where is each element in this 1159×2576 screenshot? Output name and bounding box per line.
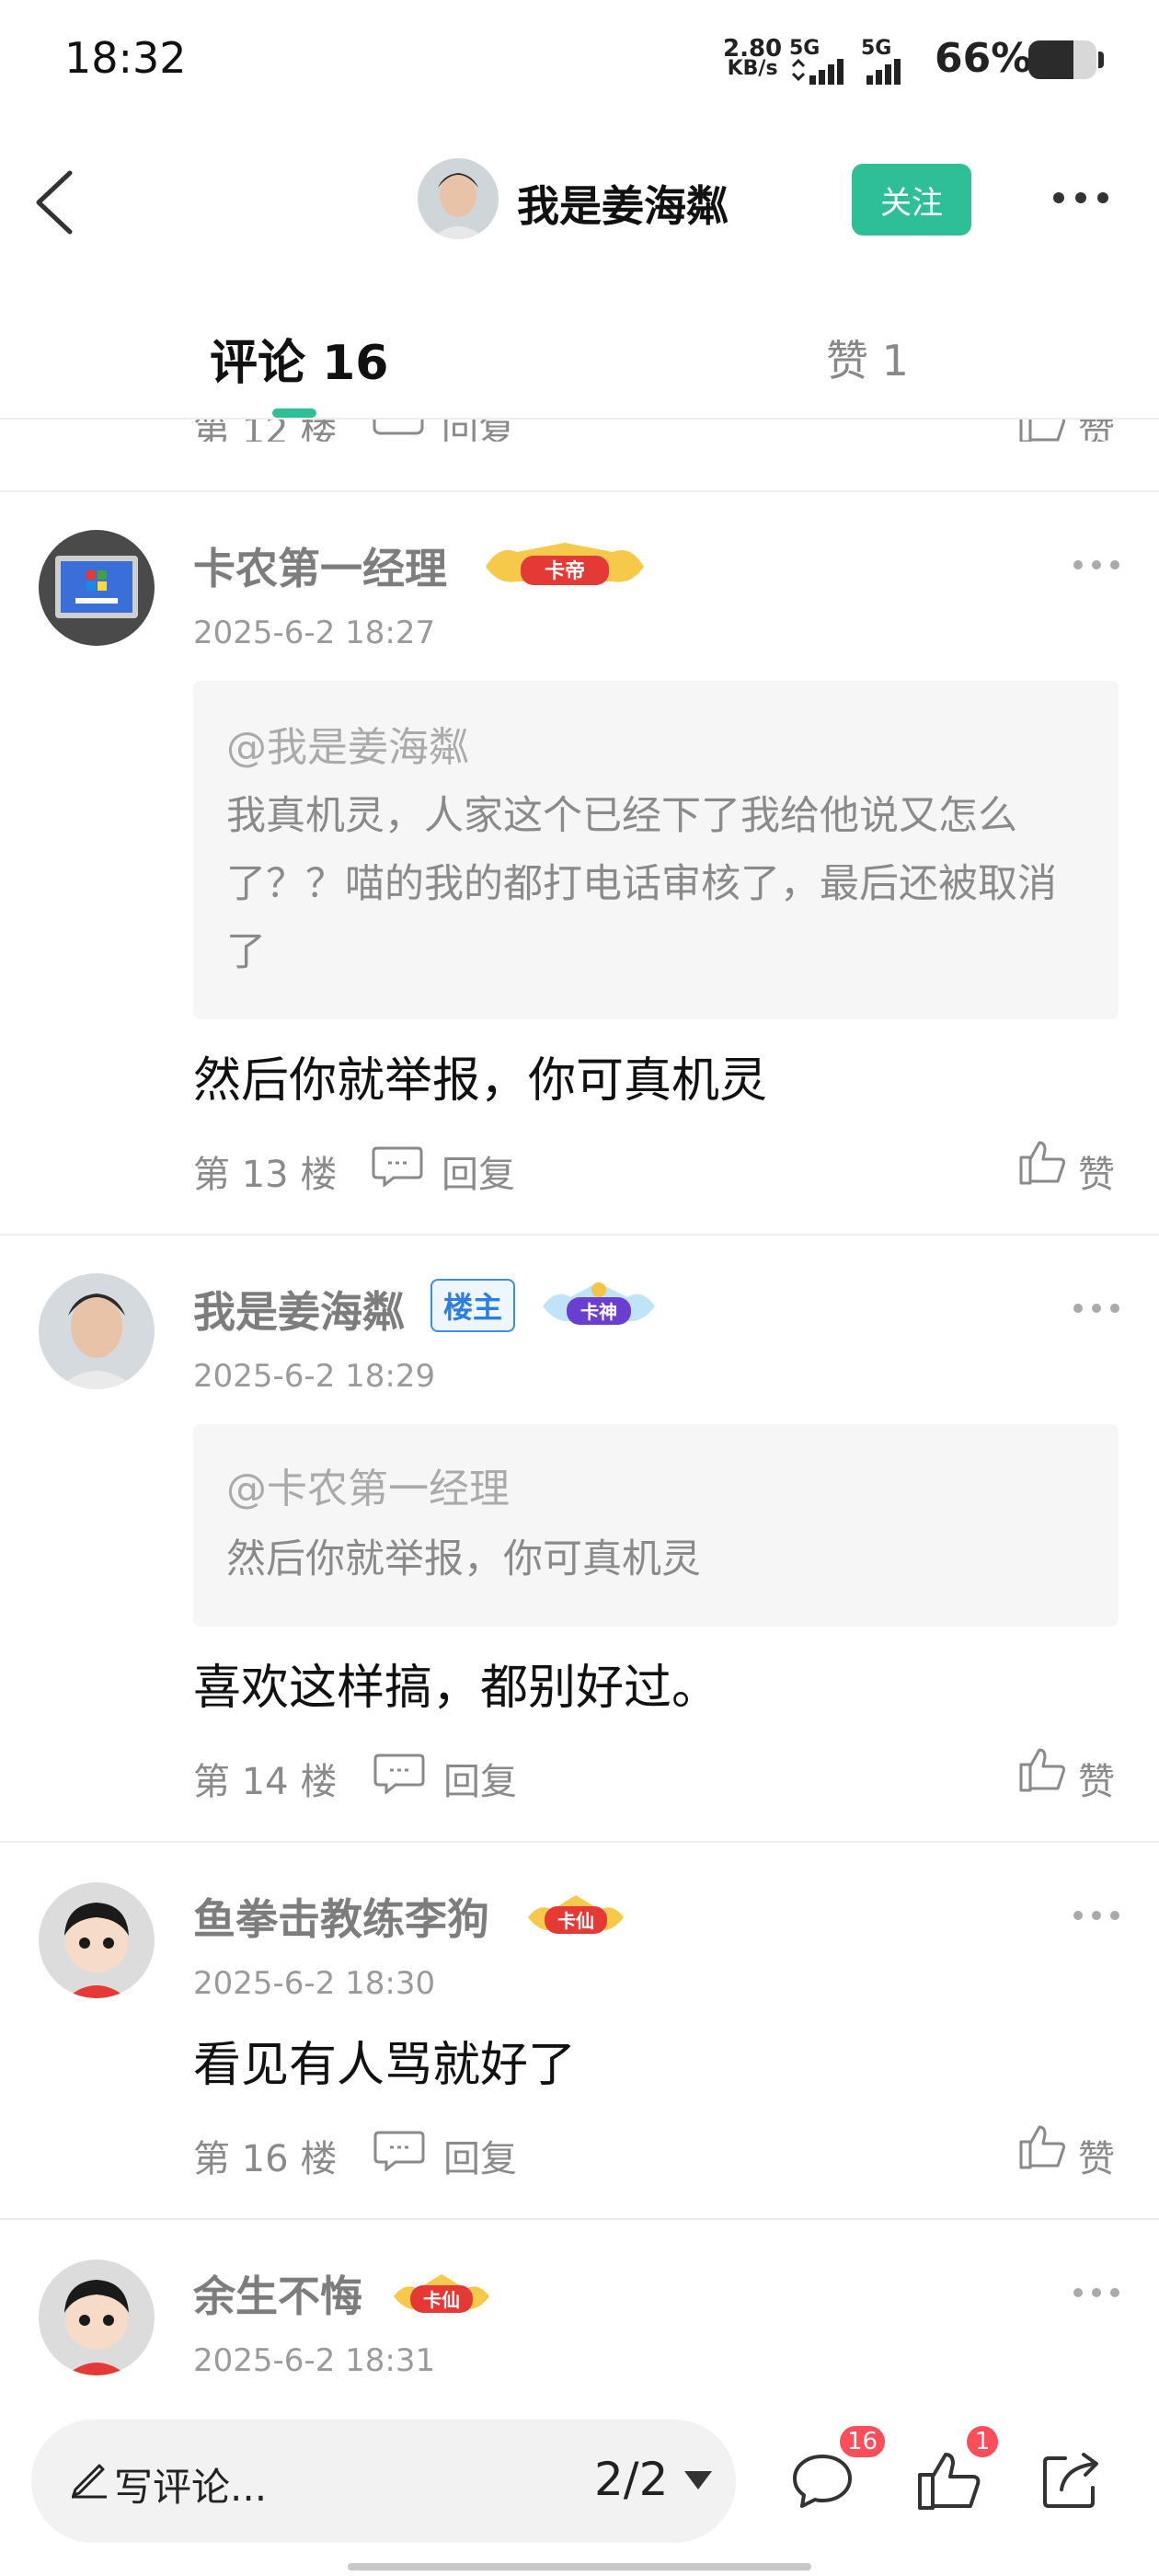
like-button[interactable]: 赞 [1078,2129,1115,2182]
battery-fill [1028,40,1073,79]
floor-label: 第 14 楼 [193,1761,338,1803]
comment-text: 然后你就举报，你可真机灵 [193,1053,768,1109]
level-badge: 卡神 [539,1279,659,1338]
badge-text: 卡帝 [545,559,585,583]
like-button[interactable]: 赞 [1078,420,1115,442]
separator [0,1841,1159,1843]
more-icon[interactable] [1069,1299,1124,1317]
reply-icon[interactable] [373,1752,425,1796]
like-button[interactable]: 赞 [1078,1144,1115,1198]
thumbs-up-icon[interactable] [1017,2122,1067,2171]
avatar[interactable] [39,1273,155,1389]
comment-text: 看见有人骂就好了 [193,2038,577,2093]
separator [0,1234,1159,1236]
comment-count-badge: 16 [837,2423,889,2460]
floor-label: 第 12 楼 [193,420,338,442]
battery-percent: 66% [935,35,1032,82]
caret-down-icon[interactable] [683,2469,714,2491]
back-icon[interactable] [28,166,83,239]
tab-indicator [272,408,316,418]
tab-comments[interactable]: 评论 16 [210,324,388,393]
reply-button[interactable]: 回复 [442,420,515,442]
pen-icon [66,2455,110,2499]
network-speed: 2.80 KB/s [723,35,783,80]
badge-text: 卡神 [580,1301,617,1323]
thumbs-up-icon[interactable] [914,2447,981,2513]
username[interactable]: 余生不悔 [193,2263,362,2324]
badge-text: 卡仙 [423,2289,460,2311]
username[interactable]: 鱼拳击教练李狗 [193,1886,489,1947]
share-icon[interactable] [1038,2447,1104,2513]
quote-mention[interactable]: @我是姜海粼 [226,714,469,773]
more-icon[interactable] [1049,184,1113,212]
reply-button[interactable]: 回复 [443,1752,517,1805]
level-badge: 卡仙 [524,1890,627,1945]
comment-placeholder[interactable]: 写评论... [114,2456,267,2513]
thumbs-up-icon[interactable] [1017,1744,1067,1794]
avatar[interactable] [39,1882,155,1998]
level-badge: 卡仙 [390,2269,493,2324]
level-badge: 卡帝 [480,539,649,598]
signal-label: 5G [789,37,820,60]
more-icon[interactable] [1069,1906,1124,1925]
quote-text: 然后你就举报，你可真机灵 [226,1536,701,1582]
reply-icon[interactable] [372,420,425,442]
page-indicator[interactable]: 2/2 [594,2453,668,2506]
reply-icon[interactable] [373,2129,425,2173]
battery-cap [1098,52,1104,68]
signal-label: 5G [861,37,892,60]
avatar[interactable] [39,2260,155,2375]
signal-5g-icon-2: 5G [861,37,901,85]
tab-likes[interactable]: 赞 1 [826,328,909,388]
reply-button[interactable]: 回复 [442,1144,515,1198]
separator [0,2218,1159,2220]
like-count-badge: 1 [964,2423,1001,2460]
author-avatar[interactable] [418,158,499,239]
author-name[interactable]: 我是姜海粼 [517,173,729,234]
comment-time: 2025-6-2 18:27 [193,615,436,651]
badge-text: 卡仙 [557,1910,594,1932]
comment-time: 2025-6-2 18:30 [193,1965,436,2002]
thumbs-up-icon[interactable] [1017,1137,1067,1187]
home-indicator[interactable] [348,2563,811,2570]
partial-comment-footer: 第 12 楼 回复 赞 [0,420,1159,442]
quote-mention[interactable]: @卡农第一经理 [226,1455,510,1514]
network-speed-unit: KB/s [727,57,778,80]
separator [0,490,1159,492]
signal-5g-icon: 5G [789,37,843,85]
follow-button[interactable]: 关注 [852,164,971,236]
reply-button[interactable]: 回复 [443,2129,517,2182]
battery-icon [1028,40,1096,79]
more-icon[interactable] [1069,2283,1124,2302]
thumbs-up-icon[interactable] [1017,420,1067,442]
reply-icon[interactable] [372,1144,423,1189]
comment-text: 喜欢这样搞，都别好过。 [193,1661,720,1716]
floor-label: 第 16 楼 [193,2138,338,2180]
comment-time: 2025-6-2 18:31 [193,2342,436,2379]
like-button[interactable]: 赞 [1078,1752,1115,1805]
quote-text: 我真机灵，人家这个已经下了我给他说又怎么了？？喵的我的都打电话审核了，最后还被取… [226,793,1057,975]
username[interactable]: 我是姜海粼 [193,1279,405,1340]
owner-badge: 楼主 [430,1279,516,1332]
comment-time: 2025-6-2 18:29 [193,1358,436,1395]
status-time: 18:32 [64,33,187,83]
floor-label: 第 13 楼 [193,1154,338,1196]
more-icon[interactable] [1069,556,1124,574]
network-speed-value: 2.80 [723,35,783,63]
username[interactable]: 卡农第一经理 [193,535,447,596]
avatar[interactable] [39,530,155,646]
